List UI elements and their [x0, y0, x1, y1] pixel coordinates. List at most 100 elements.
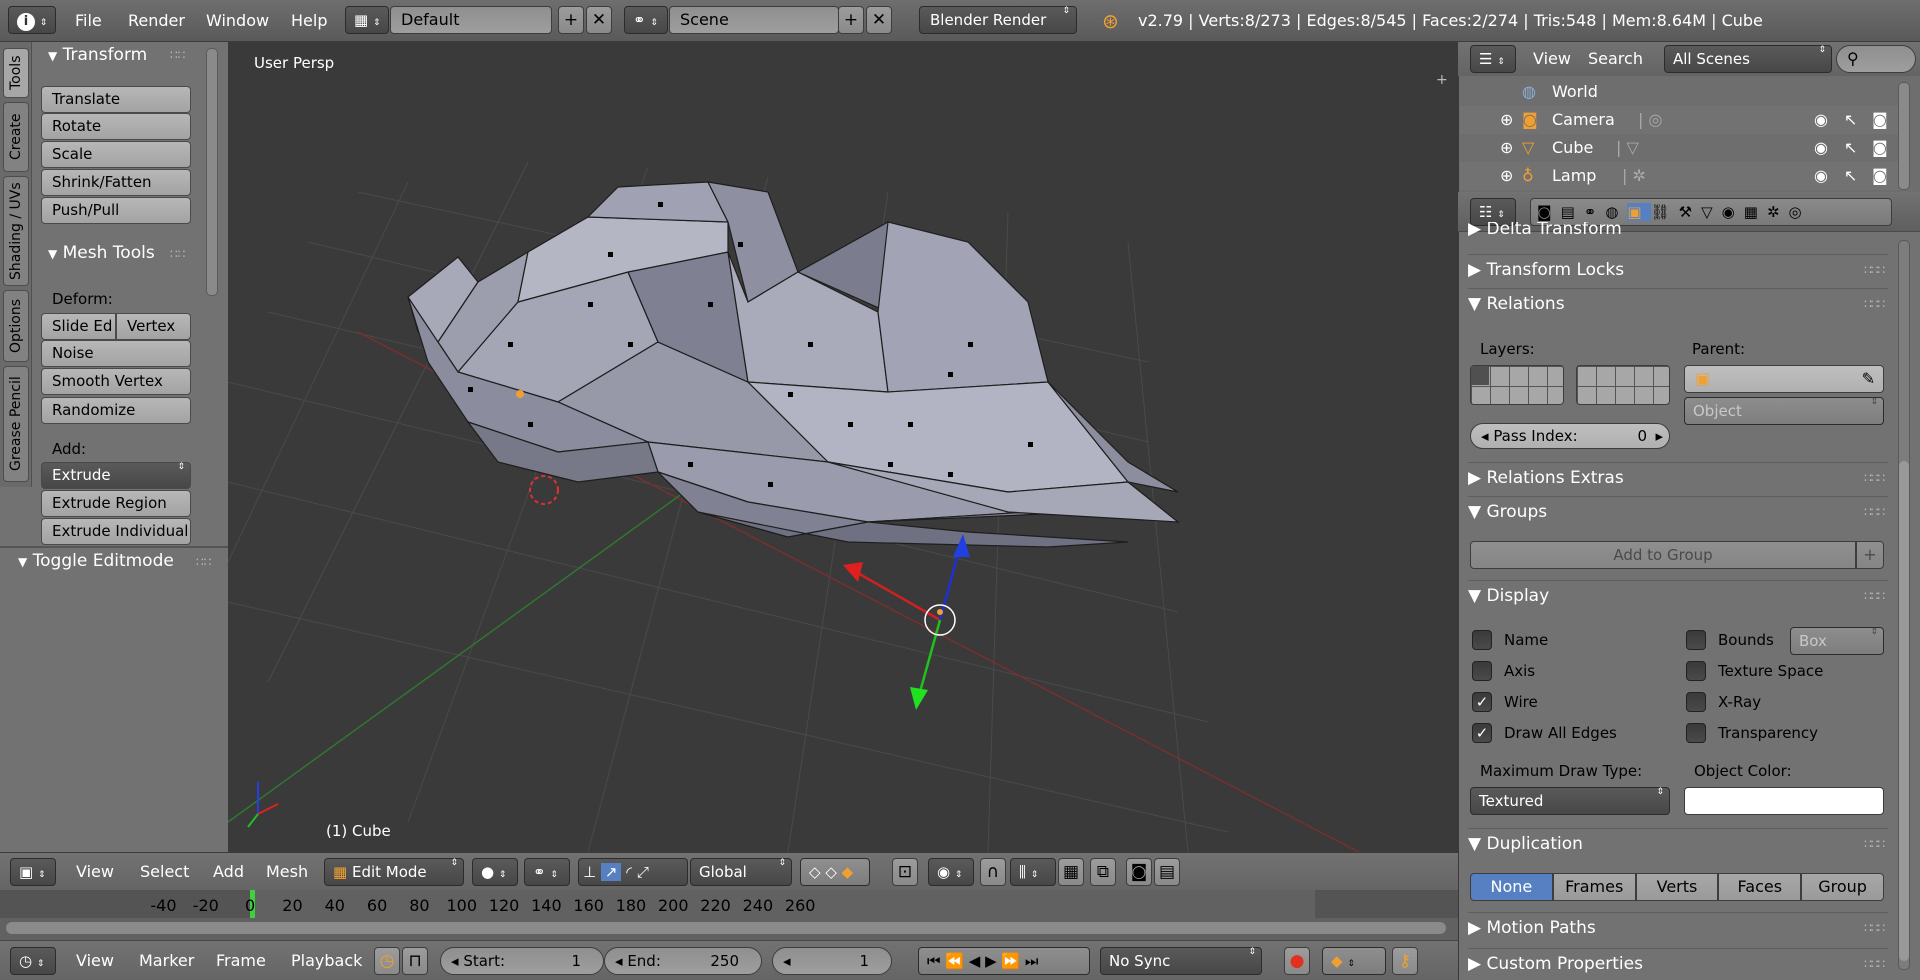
smooth-vertex-button[interactable]: Smooth Vertex: [41, 368, 191, 395]
bounds-type-selector[interactable]: Box ⇕: [1790, 627, 1884, 655]
grip-icon[interactable]: ∷∷∷: [1864, 255, 1885, 285]
scene-selector[interactable]: ⚭ ⇕: [624, 6, 668, 34]
display-filter-selector[interactable]: All Scenes ⇕: [1664, 45, 1832, 73]
menu-view[interactable]: View: [1533, 49, 1571, 68]
editor-type-selector[interactable]: ▣ ⇕: [10, 858, 56, 886]
3d-viewport[interactable]: User Persp (1) Cube +: [228, 42, 1458, 852]
viewport-shading-selector[interactable]: ● ⇕: [472, 858, 518, 886]
pass-index-field[interactable]: ◂ Pass Index: 0 ▸: [1470, 423, 1670, 449]
menu-render[interactable]: Render: [128, 11, 185, 30]
mesh-tools-panel-header[interactable]: ▼ Mesh Tools: [48, 243, 155, 263]
menu-select[interactable]: Select: [140, 862, 189, 881]
mirror-editing-button[interactable]: ∩: [980, 858, 1006, 886]
play-icon[interactable]: ▶: [985, 952, 997, 970]
next-keyframe-icon[interactable]: ⏩: [1001, 952, 1020, 970]
checkbox-icon[interactable]: [1472, 630, 1492, 650]
tool-shelf-scrollbar[interactable]: [206, 48, 218, 296]
section-relations-extras[interactable]: ▶ Relations Extras ∷∷∷: [1468, 462, 1888, 492]
snap-target-button[interactable]: ▦: [1058, 858, 1084, 886]
visibility-eye-icon[interactable]: ◉: [1814, 162, 1828, 190]
menu-view[interactable]: View: [76, 951, 114, 970]
outliner-row-world[interactable]: ◍ World: [1460, 78, 1905, 106]
mesh-data-icon[interactable]: | ▽: [1616, 134, 1639, 162]
grip-icon[interactable]: ∷∷∷: [1864, 497, 1885, 527]
toggle-editmode-header[interactable]: ▼ Toggle Editmode: [18, 551, 174, 571]
translate-button[interactable]: Translate: [41, 86, 191, 113]
scene-tab-icon[interactable]: ⚭: [1584, 203, 1606, 221]
remove-layout-button[interactable]: ✕: [586, 6, 612, 34]
select-cursor-icon[interactable]: ↖: [1844, 106, 1857, 134]
vertex-select-icon[interactable]: ◇: [809, 863, 821, 881]
screen-layout-selector[interactable]: ▦ ⇕: [345, 6, 389, 34]
object-color-swatch[interactable]: [1684, 787, 1884, 815]
outliner-row-cube[interactable]: ⊕ ▽ Cube | ▽ ◉ ↖ ◙: [1460, 134, 1905, 162]
checkmark-icon[interactable]: ✓: [1472, 723, 1492, 743]
slide-edge-button[interactable]: Slide Ed: [41, 313, 116, 340]
constraints-tab-icon[interactable]: ⛓: [1651, 203, 1679, 221]
material-tab-icon[interactable]: ◉: [1722, 203, 1744, 221]
insert-keyframe-button[interactable]: ⚷: [1392, 947, 1418, 975]
current-frame-field[interactable]: ◂ 1: [772, 947, 892, 975]
render-animation-button[interactable]: ▤: [1154, 858, 1180, 886]
render-image-button[interactable]: ◙: [1126, 858, 1152, 886]
extrude-dropdown[interactable]: Extrude ⇕: [41, 462, 191, 489]
duplication-verts-button[interactable]: Verts: [1635, 873, 1719, 901]
parent-field[interactable]: ▣ ✎: [1684, 365, 1884, 393]
section-relations[interactable]: ▼ Relations ∷∷∷: [1468, 288, 1888, 318]
checkbox-icon[interactable]: [1472, 661, 1492, 681]
section-display[interactable]: ▼ Display ∷∷∷: [1468, 580, 1888, 610]
grip-icon[interactable]: ∷∷∷: [1864, 289, 1885, 319]
shrink-fatten-button[interactable]: Shrink/Fatten: [41, 169, 191, 196]
section-duplication[interactable]: ▼ Duplication ∷∷∷: [1468, 828, 1888, 858]
outliner-row-lamp[interactable]: ⊕ ♁ Lamp | ✲ ◉ ↖ ◙: [1460, 162, 1905, 190]
visibility-eye-icon[interactable]: ◉: [1814, 106, 1828, 134]
properties-toggle-icon[interactable]: +: [1436, 72, 1448, 88]
expand-icon[interactable]: ⊕: [1500, 134, 1513, 162]
camera-data-icon[interactable]: | ◎: [1638, 106, 1662, 134]
menu-frame[interactable]: Frame: [216, 951, 266, 970]
snap-element-selector[interactable]: ⫼ ⇕: [1010, 858, 1056, 886]
section-transform-locks[interactable]: ▶ Transform Locks ∷∷∷: [1468, 254, 1888, 284]
parent-type-selector[interactable]: Object ⇕: [1684, 397, 1884, 425]
render-camera-icon[interactable]: ◙: [1872, 162, 1888, 190]
properties-scrollbar-thumb[interactable]: [1899, 461, 1909, 961]
checkbox-icon[interactable]: [1686, 630, 1706, 650]
occlude-geometry-button[interactable]: ⊡: [892, 858, 918, 886]
duplication-faces-button[interactable]: Faces: [1718, 873, 1802, 901]
select-mode-buttons[interactable]: ◇ ◇ ◆: [800, 858, 870, 886]
duplication-group-button[interactable]: Group: [1801, 873, 1884, 901]
remove-scene-button[interactable]: ✕: [866, 6, 892, 34]
add-to-group-button[interactable]: Add to Group: [1470, 541, 1856, 569]
duplication-frames-button[interactable]: Frames: [1552, 873, 1636, 901]
checkbox-icon[interactable]: [1686, 661, 1706, 681]
transform-orientation-selector[interactable]: Global ⇕: [690, 858, 792, 886]
layers-grid-right[interactable]: [1576, 365, 1670, 405]
rotate-button[interactable]: Rotate: [41, 113, 191, 140]
tab-grease-pencil[interactable]: Grease Pencil: [3, 366, 29, 482]
edge-select-icon[interactable]: ◇: [825, 863, 837, 881]
grip-icon[interactable]: ∷∷: [170, 48, 185, 62]
render-camera-icon[interactable]: ◙: [1872, 134, 1888, 162]
modifiers-tab-icon[interactable]: ⚒: [1679, 203, 1701, 221]
scale-widget-icon[interactable]: ⤢: [637, 863, 649, 881]
randomize-button[interactable]: Randomize: [41, 397, 191, 424]
texture-tab-icon[interactable]: ▦: [1744, 203, 1767, 221]
outliner-scrollbar[interactable]: [1898, 82, 1910, 190]
outliner-row-camera[interactable]: ⊕ ◙ Camera | ◎ ◉ ↖ ◙: [1460, 106, 1905, 134]
jump-end-icon[interactable]: ⏭: [1025, 952, 1039, 970]
menu-view[interactable]: View: [76, 862, 114, 881]
playback-controls[interactable]: ⏮ ⏪ ◀ ▶ ⏩ ⏭: [918, 947, 1090, 975]
proportional-editing-selector[interactable]: ◉ ⇕: [928, 858, 974, 886]
render-engine-selector[interactable]: Blender Render ⇕: [919, 6, 1077, 34]
grip-icon[interactable]: ∷∷∷: [1864, 913, 1885, 943]
noise-button[interactable]: Noise: [41, 340, 191, 367]
grip-icon[interactable]: ∷∷∷: [1864, 463, 1885, 493]
preview-range-button[interactable]: ◷: [374, 947, 400, 975]
particles-tab-icon[interactable]: ✲: [1767, 203, 1789, 221]
auto-keying-button[interactable]: ●: [1284, 947, 1310, 975]
add-scene-button[interactable]: +: [838, 6, 864, 34]
outliner-search-input[interactable]: ⚲: [1836, 45, 1916, 73]
menu-window[interactable]: Window: [206, 11, 269, 30]
grip-icon[interactable]: ∷∷: [170, 247, 185, 261]
face-select-icon[interactable]: ◆: [842, 863, 854, 881]
